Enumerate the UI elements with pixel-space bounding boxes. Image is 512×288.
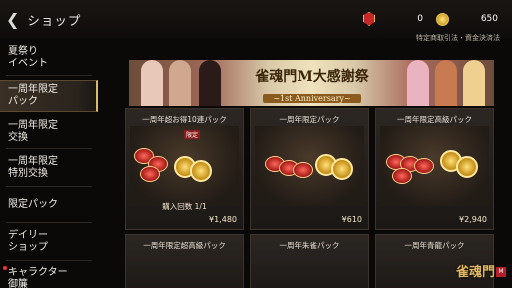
character-art xyxy=(407,60,429,106)
game-logo-mark: M xyxy=(496,267,506,277)
price-label: ¥610 xyxy=(341,215,362,224)
legal-link[interactable]: 特定商取引法・資金決済法 xyxy=(416,33,500,43)
game-logo-text: 雀魂門 xyxy=(456,265,496,280)
divider xyxy=(6,186,92,187)
gem-count: 0 xyxy=(417,14,423,24)
character-art xyxy=(169,60,191,106)
sidebar-item-label: キャラクター 御簾 xyxy=(8,267,68,288)
price-label: ¥2,940 xyxy=(459,215,487,224)
pack-name: 一周年青龍パック xyxy=(404,241,465,250)
anniversary-banner[interactable]: 雀魂門M大感謝祭 ~1st Anniversary~ xyxy=(129,60,494,106)
sidebar-item-label: デイリー ショップ xyxy=(8,230,48,253)
sidebar-item-label: 夏祭り イベント xyxy=(8,46,48,69)
sidebar-item-label: 一周年限定 特別交換 xyxy=(8,156,58,179)
sidebar: 夏祭り イベント 一周年限定 パック 一周年限定 交換 一周年限定 特別交換 限… xyxy=(0,38,98,288)
sidebar-item-label: 一周年限定 交換 xyxy=(8,120,58,143)
banner-title-text: 雀魂門M大感謝祭 xyxy=(255,69,369,85)
sidebar-item-anniversary-special-exchange[interactable]: 一周年限定 特別交換 xyxy=(8,156,98,180)
chevron-left-icon: ❮ xyxy=(6,9,20,29)
notification-dot xyxy=(3,266,7,270)
pack-name: 一周年限定パック xyxy=(279,115,340,124)
divider xyxy=(6,260,92,261)
pack-card[interactable]: 一周年超お得10連パック 限定 購入回数 1/1 ¥1,480 xyxy=(125,108,244,230)
pack-name: 一周年限定超高級パック xyxy=(143,241,226,250)
pack-art xyxy=(255,126,364,206)
divider xyxy=(6,148,92,149)
banner-subtitle: ~1st Anniversary~ xyxy=(263,94,361,103)
pack-name: 一周年超お得10連パック xyxy=(142,115,227,124)
gold-coin-icon xyxy=(436,12,449,26)
gold-token-icon xyxy=(456,156,478,178)
banner-title: 雀魂門M大感謝祭 ~1st Anniversary~ xyxy=(241,66,383,105)
red-pack-icon xyxy=(293,162,313,178)
sidebar-item-character[interactable]: キャラクター 御簾 xyxy=(8,267,98,288)
red-gem-icon xyxy=(363,12,375,26)
character-art xyxy=(199,60,221,106)
sidebar-item-label: 一周年限定 パック xyxy=(8,84,58,107)
sidebar-item-daily-shop[interactable]: デイリー ショップ xyxy=(8,230,98,254)
pack-art xyxy=(380,126,489,206)
pack-name: 一周年限定高級パック xyxy=(397,115,472,124)
pack-card[interactable]: 一周年限定高級パック ¥2,940 xyxy=(375,108,494,230)
sidebar-item-summer-event[interactable]: 夏祭り イベント xyxy=(8,46,98,70)
pack-name: 一周年朱雀パック xyxy=(279,241,340,250)
character-art xyxy=(463,60,485,106)
sidebar-item-anniversary-exchange[interactable]: 一周年限定 交換 xyxy=(8,120,98,144)
pack-card[interactable]: 一周年限定パック ¥610 xyxy=(250,108,369,230)
currency-gem[interactable]: 0 xyxy=(363,11,423,27)
pack-card[interactable]: 一周年朱雀パック xyxy=(250,234,369,288)
red-pack-icon xyxy=(140,166,160,182)
pack-card[interactable]: 一周年限定超高級パック xyxy=(125,234,244,288)
page-title: ショップ xyxy=(27,12,82,28)
game-logo: 雀魂門 M xyxy=(456,261,506,283)
sidebar-item-anniversary-pack[interactable]: 一周年限定 パック xyxy=(0,80,98,112)
price-label: ¥1,480 xyxy=(209,215,237,224)
coin-count: 650 xyxy=(480,14,498,24)
pack-art: 限定 xyxy=(130,126,239,206)
gold-token-icon xyxy=(190,160,212,182)
divider xyxy=(6,222,92,223)
sidebar-item-label: 限定パック xyxy=(8,199,58,210)
currency-coin[interactable]: 650 xyxy=(436,11,498,27)
red-pack-icon xyxy=(392,168,412,184)
gold-token-icon xyxy=(331,158,353,180)
red-pack-icon xyxy=(414,158,434,174)
back-button[interactable]: ❮ ショップ xyxy=(6,8,98,30)
character-art xyxy=(141,60,163,106)
divider xyxy=(6,75,92,76)
limited-badge: 限定 xyxy=(184,130,201,139)
sidebar-item-limited-pack[interactable]: 限定パック xyxy=(8,199,98,211)
shop-content: 雀魂門M大感謝祭 ~1st Anniversary~ 一周年超お得10連パック … xyxy=(100,44,512,288)
purchase-count: 購入回数 1/1 xyxy=(162,202,207,211)
character-art xyxy=(435,60,457,106)
